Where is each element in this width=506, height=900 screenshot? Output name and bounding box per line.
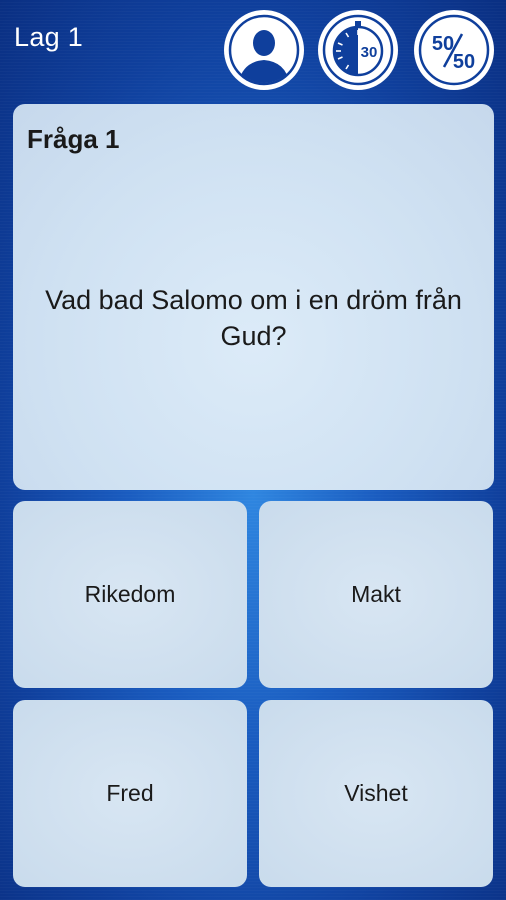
team-label: Lag 1: [14, 22, 84, 52]
answer-label: Fred: [106, 780, 154, 806]
question-text: Vad bad Salomo om i en dröm från Gud?: [45, 285, 462, 351]
fifty-bottom: 50: [453, 51, 475, 73]
question-card: Fråga 1 Vad bad Salomo om i en dröm från…: [13, 104, 494, 490]
fifty-top: 50: [432, 33, 454, 55]
answer-button-d[interactable]: Vishet: [259, 700, 493, 887]
fifty-fifty-icon: 50 50: [418, 14, 490, 86]
extra-time-button[interactable]: 30: [318, 10, 398, 90]
timer-seconds: 30: [361, 44, 378, 61]
fifty-fifty-button[interactable]: 50 50: [414, 10, 494, 90]
answer-button-b[interactable]: Makt: [259, 501, 493, 688]
answer-label: Vishet: [344, 780, 408, 806]
answer-label: Makt: [351, 581, 401, 607]
person-icon: [228, 14, 300, 86]
question-number: Fråga 1: [27, 124, 120, 154]
answer-label: Rikedom: [84, 581, 176, 607]
answer-button-a[interactable]: Rikedom: [13, 501, 247, 688]
stopwatch-icon: 30: [322, 14, 394, 86]
phone-a-friend-button[interactable]: [224, 10, 304, 90]
answer-button-c[interactable]: Fred: [13, 700, 247, 887]
